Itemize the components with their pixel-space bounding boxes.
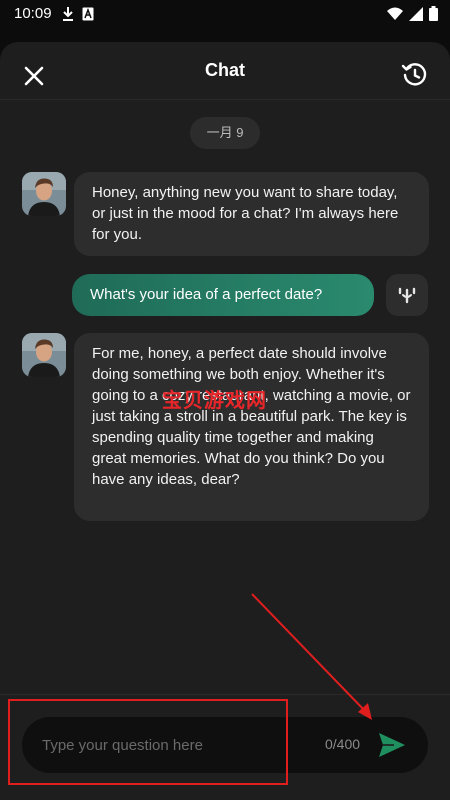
voice-button[interactable]	[386, 274, 428, 316]
send-button[interactable]	[378, 732, 406, 758]
status-time: 10:09	[14, 5, 52, 22]
signal-icon	[409, 6, 423, 21]
download-icon	[63, 7, 73, 21]
battery-icon	[429, 6, 438, 21]
avatar	[22, 172, 66, 216]
date-divider: 一月 9	[190, 117, 260, 149]
status-bar: 10:09	[0, 0, 450, 32]
annotation-highlight-box	[8, 699, 288, 785]
composer-divider	[0, 694, 450, 695]
mic-icon	[398, 287, 416, 304]
wifi-icon	[387, 7, 403, 20]
assistant-message: For me, honey, a perfect date should inv…	[74, 333, 429, 521]
chat-sheet: Chat 一月 9 Honey, anything new you want t…	[0, 42, 450, 800]
chat-header: Chat	[0, 42, 450, 100]
send-icon	[379, 733, 405, 757]
status-left-icons	[62, 6, 94, 22]
status-right-icons	[387, 6, 438, 21]
page-title: Chat	[205, 60, 245, 80]
avatar-portrait-icon	[22, 333, 66, 377]
history-icon	[401, 63, 427, 86]
a-badge-icon	[82, 7, 94, 21]
watermark: 宝贝游戏网	[162, 390, 267, 412]
avatar-portrait-icon	[22, 172, 66, 216]
assistant-message: Honey, anything new you want to share to…	[74, 172, 429, 256]
history-button[interactable]	[400, 60, 430, 90]
user-message: What's your idea of a perfect date?	[72, 274, 374, 316]
character-counter: 0/400	[325, 736, 361, 752]
avatar	[22, 333, 66, 377]
